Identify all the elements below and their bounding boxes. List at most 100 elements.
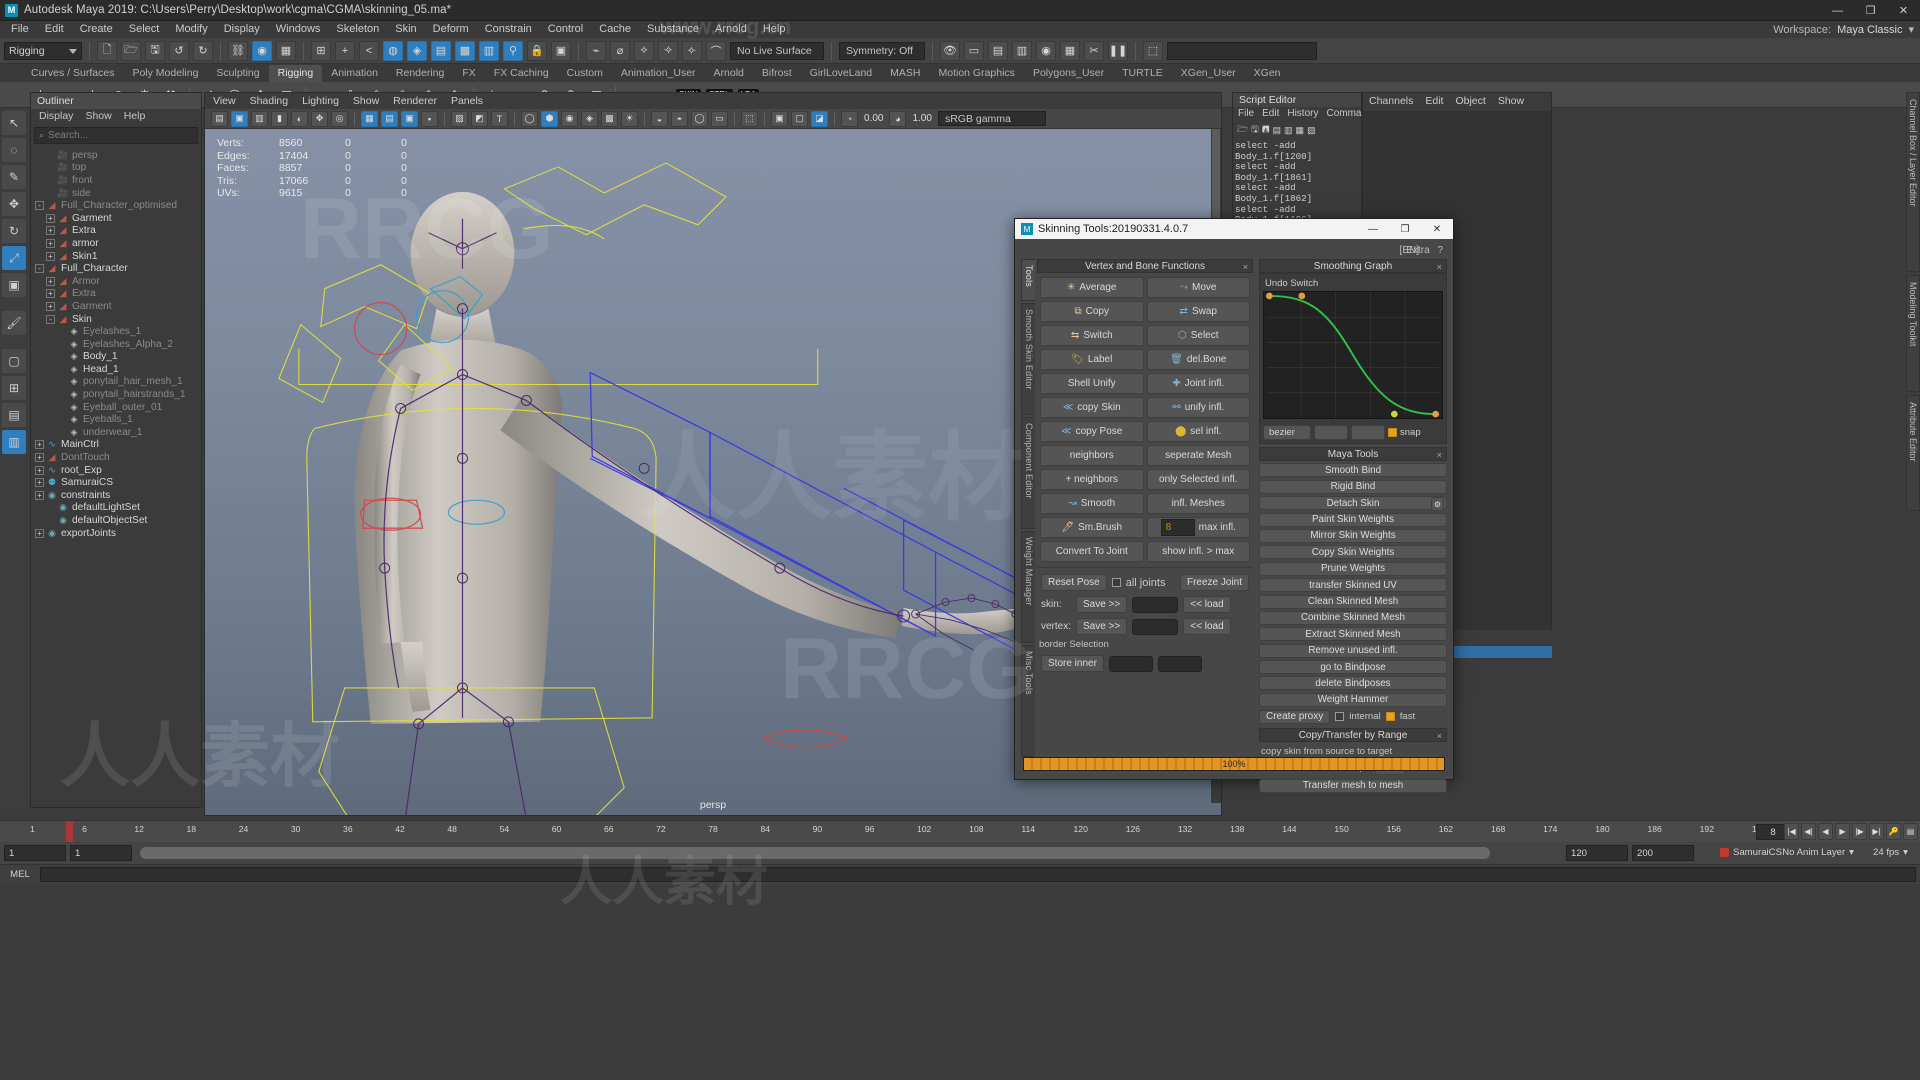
fast-checkbox[interactable] <box>1385 712 1395 722</box>
delete-icon[interactable]: ▧ <box>1307 125 1316 136</box>
pause-icon[interactable]: ❚❚ <box>1108 40 1128 61</box>
anim-prefs-icon[interactable]: ▤ <box>1903 823 1918 840</box>
save-scene-icon[interactable]: 🖫 <box>145 40 165 61</box>
curve-snap-e-icon[interactable]: ⟣ <box>682 40 702 61</box>
skin-button-neighbors[interactable]: neighbors <box>1040 445 1144 466</box>
camera-attr-icon[interactable]: ▣ <box>231 110 248 127</box>
range-slider[interactable]: 1 1 120 200 SamuraiCS No Anim Layer ▾ 24… <box>0 842 1920 864</box>
channelbox-menu-show[interactable]: Show <box>1498 95 1524 109</box>
skin-button-joint-infl-[interactable]: ✚ Joint infl. <box>1146 373 1250 394</box>
skin-button-unify-infl-[interactable]: ⚯ unify infl. <box>1146 397 1250 418</box>
snap-curve-icon[interactable]: + <box>335 40 355 61</box>
snap-grid-icon[interactable]: ⊞ <box>311 40 331 61</box>
maya-tool-rigid-bind[interactable]: Rigid Bind <box>1259 479 1447 494</box>
outliner-item-armor[interactable]: + ◢ armor <box>31 237 201 250</box>
internal-checkbox[interactable] <box>1335 712 1345 722</box>
outliner-item-donttouch[interactable]: + ◢ DontTouch <box>31 451 201 464</box>
gear-icon[interactable]: ⚙ <box>1431 497 1444 512</box>
skinning-minimize-button[interactable]: — <box>1357 219 1389 239</box>
shelf-tab-custom[interactable]: Custom <box>558 65 612 82</box>
skin-button--neighbors[interactable]: + neighbors <box>1040 469 1144 490</box>
render-view-icon[interactable]: ▥ <box>479 40 499 61</box>
all-joints-checkbox[interactable] <box>1111 578 1121 587</box>
menu-help[interactable]: Help <box>755 21 794 38</box>
layout-single-icon[interactable]: ▢ <box>2 349 26 373</box>
outliner-item-ponytail-hair-mesh-1[interactable]: ◈ ponytail_hair_mesh_1 <box>31 376 201 389</box>
shadows-icon[interactable]: ✥ <box>311 110 328 127</box>
outliner-menu-help[interactable]: Help <box>124 110 146 125</box>
execute-icon[interactable]: ▤ <box>1273 125 1282 136</box>
expand-toggle-icon[interactable]: - <box>35 201 44 211</box>
skin-button-copy-skin[interactable]: ≪ copy Skin <box>1040 397 1144 418</box>
viewport-menu-shading[interactable]: Shading <box>250 95 289 109</box>
clear-input-icon[interactable]: ▦ <box>1296 125 1305 136</box>
expand-toggle-icon[interactable]: + <box>46 213 55 223</box>
transfer-mesh-button[interactable]: Transfer mesh to mesh <box>1259 778 1447 793</box>
outliner-item-eyeballs-1[interactable]: ◈ Eyeballs_1 <box>31 413 201 426</box>
redo-icon[interactable]: ↻ <box>193 40 213 61</box>
select-tool-icon[interactable]: ↖ <box>2 111 26 135</box>
expand-toggle-icon[interactable]: + <box>35 465 44 475</box>
right-tab-channel-box-layer-editor[interactable]: Channel Box / Layer Editor <box>1906 92 1920 273</box>
move-tool-icon[interactable]: ✥ <box>2 192 26 216</box>
expand-toggle-icon[interactable]: + <box>35 478 44 488</box>
outliner-item-armor[interactable]: + ◢ Armor <box>31 275 201 288</box>
vertex-save-button[interactable]: Save >> <box>1076 618 1128 635</box>
outliner-item-front[interactable]: 🎥 front <box>31 174 201 187</box>
outliner-item-eyelashes-alpha-2[interactable]: ◈ Eyelashes_Alpha_2 <box>31 338 201 351</box>
range-end-field[interactable]: 200 <box>1632 845 1694 861</box>
right-tab-attribute-editor[interactable]: Attribute Editor <box>1906 394 1920 512</box>
script-menu-history[interactable]: History <box>1287 108 1318 122</box>
script-menu-edit[interactable]: Edit <box>1262 108 1279 122</box>
right-tab-modeling-toolkit[interactable]: Modeling Toolkit <box>1906 275 1920 392</box>
gamma-icon[interactable]: ◕ <box>889 110 907 127</box>
smoothing-graph-canvas[interactable] <box>1263 291 1443 419</box>
skin-button-label[interactable]: 🏷 Label <box>1040 349 1144 370</box>
shelf-tab-xgen[interactable]: XGen <box>1245 65 1290 82</box>
outliner-item-side[interactable]: 🎥 side <box>31 187 201 200</box>
anim-start-field[interactable]: 1 <box>70 845 132 861</box>
smooth-shade-icon[interactable]: ▤ <box>381 110 398 127</box>
image-plane-icon[interactable]: ▮ <box>271 110 288 127</box>
outliner-item-eyelashes-1[interactable]: ◈ Eyelashes_1 <box>31 325 201 338</box>
live-surface-field[interactable]: No Live Surface <box>730 41 824 60</box>
shelf-tab-polygons-user[interactable]: Polygons_User <box>1024 65 1113 82</box>
time-slider[interactable]: 1 6 12 18 24 30 36 42 48 54 60 66 72 78 84 90 96 102 108 11… <box>0 820 1920 843</box>
shelf-tab-rigging[interactable]: Rigging <box>268 65 323 82</box>
shelf-tab-mash[interactable]: MASH <box>881 65 929 82</box>
minimize-button[interactable]: — <box>1821 0 1854 21</box>
open-script-icon[interactable]: 🗁 <box>1237 122 1248 138</box>
undo-icon[interactable]: ↺ <box>169 40 189 61</box>
scale-tool-icon[interactable]: ⤢ <box>2 246 26 270</box>
vertex-path-field[interactable] <box>1132 618 1179 635</box>
save-script-icon[interactable]: 🖫 <box>1251 122 1259 138</box>
menu-deform[interactable]: Deform <box>425 21 477 38</box>
go-to-start-icon[interactable]: |◀ <box>1784 823 1799 840</box>
expand-toggle-icon[interactable]: - <box>46 314 55 324</box>
maya-tool-extract-skinned-mesh[interactable]: Extract Skinned Mesh <box>1259 627 1447 642</box>
menu-display[interactable]: Display <box>216 21 268 38</box>
outliner-item-defaultobjectset[interactable]: ◉ defaultObjectSet <box>31 514 201 527</box>
outliner-item-defaultlightset[interactable]: ◉ defaultLightSet <box>31 502 201 515</box>
close-button[interactable]: ✕ <box>1887 0 1920 21</box>
outliner-item-body-1[interactable]: ◈ Body_1 <box>31 351 201 364</box>
expand-toggle-icon[interactable]: + <box>46 251 55 261</box>
shelf-tab-bifrost[interactable]: Bifrost <box>753 65 801 82</box>
shelf-tab-sculpting[interactable]: Sculpting <box>207 65 268 82</box>
xray-text-icon[interactable]: T <box>491 110 508 127</box>
snap-view-icon[interactable]: ◍ <box>383 40 403 61</box>
vertex-load-button[interactable]: << load <box>1183 618 1231 635</box>
expand-toggle-icon[interactable]: + <box>35 453 44 463</box>
xray-active-icon[interactable]: ◉ <box>561 110 578 127</box>
two-sided-lighting-icon[interactable]: ◐ <box>291 110 308 127</box>
skin-button-move[interactable]: ⤳ Move <box>1146 277 1250 298</box>
outliner-item-exportjoints[interactable]: + ◉ exportJoints <box>31 527 201 540</box>
resolution-gate-icon[interactable]: ◯ <box>691 110 708 127</box>
motion-blur-icon[interactable]: ▩ <box>601 110 618 127</box>
outliner-item-full-character[interactable]: - ◢ Full_Character <box>31 262 201 275</box>
menu-substance[interactable]: Substance <box>639 21 707 38</box>
shelf-tab-rendering[interactable]: Rendering <box>387 65 453 82</box>
store-inner-button[interactable]: Store inner <box>1041 655 1104 672</box>
xray-icon[interactable]: ◯ <box>521 110 538 127</box>
outliner-item-top[interactable]: 🎥 top <box>31 162 201 175</box>
